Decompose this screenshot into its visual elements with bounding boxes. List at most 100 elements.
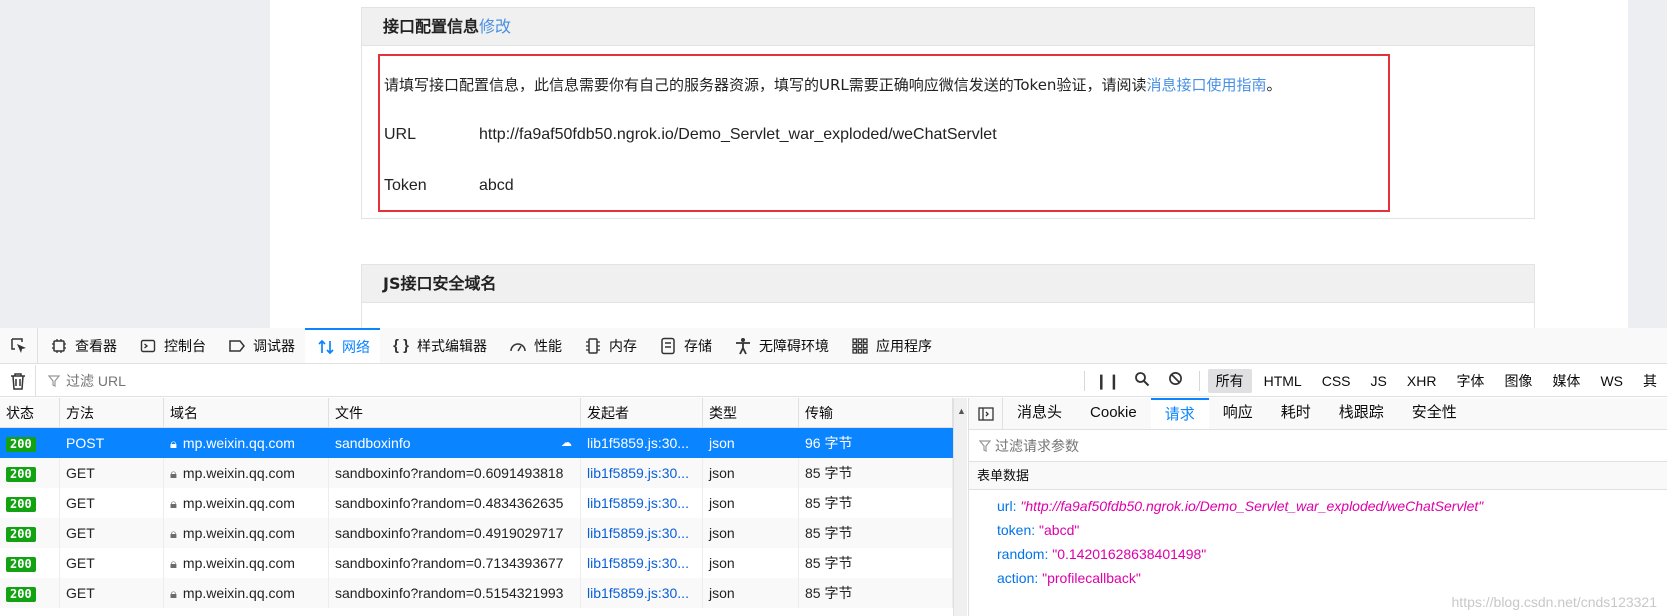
table-row[interactable]: 200 GET 🔒︎ mp.weixin.qq.com sandboxinfo?r… [0, 518, 953, 548]
param-filter-field[interactable] [969, 430, 1667, 462]
table-row[interactable]: 200 GET 🔒︎ mp.weixin.qq.com sandboxinfo?r… [0, 458, 953, 488]
clear-button[interactable] [0, 365, 36, 396]
lock-icon: 🔒︎ [170, 586, 177, 601]
param-url: url: "http://fa9af50fdb50.ngrok.io/Demo_… [969, 494, 1667, 518]
message-guide-link[interactable]: 消息接口使用指南 [1146, 76, 1266, 94]
tracker-icon: ☁ [561, 437, 572, 449]
tab-label: 存储 [684, 337, 712, 354]
tab-storage[interactable]: 存储 [647, 328, 722, 363]
token-value: abcd [479, 177, 514, 194]
type-cell: json [703, 458, 799, 488]
column-file[interactable]: 文件 [329, 398, 581, 427]
column-domain[interactable]: 域名 [164, 398, 329, 427]
lock-icon: 🔒︎ [170, 466, 177, 481]
filter-type-all[interactable]: 所有 [1207, 368, 1252, 393]
filter-type-other[interactable]: 其 [1635, 369, 1665, 393]
param-filter-input[interactable] [995, 437, 1295, 454]
file-cell: sandboxinfo?random=0.4834362635 [329, 488, 581, 518]
initiator-cell[interactable]: lib1f5859.js:30... [581, 518, 703, 548]
tab-debugger[interactable]: 调试器 [216, 328, 305, 363]
tab-application[interactable]: 应用程序 [839, 328, 942, 363]
table-row[interactable]: 200 GET 🔒︎ mp.weixin.qq.com sandboxinfo?r… [0, 578, 953, 608]
column-transferred[interactable]: 传输 [799, 398, 953, 427]
tab-label: 无障碍环境 [759, 337, 829, 354]
search-icon [1134, 371, 1149, 386]
tab-request[interactable]: 请求 [1150, 398, 1209, 429]
file-cell: sandboxinfo?random=0.4919029717 [329, 518, 581, 548]
initiator-cell[interactable]: lib1f5859.js:30... [581, 578, 703, 608]
filter-type-ws[interactable]: WS [1592, 371, 1631, 391]
scroll-up-icon[interactable]: ▲ [957, 406, 966, 416]
param-key: random [997, 546, 1045, 562]
tab-label: 样式编辑器 [417, 337, 487, 354]
tab-security[interactable]: 安全性 [1398, 398, 1471, 429]
initiator-cell[interactable]: lib1f5859.js:30... [581, 488, 703, 518]
column-method[interactable]: 方法 [60, 398, 164, 427]
tab-accessibility[interactable]: 无障碍环境 [722, 328, 839, 363]
edit-link[interactable]: 修改 [479, 17, 511, 36]
element-picker-button[interactable] [0, 328, 38, 363]
filter-url-input[interactable] [66, 372, 466, 389]
filter-type-media[interactable]: 媒体 [1544, 369, 1588, 393]
request-table: 状态 方法 域名 文件 发起者 类型 传输 200 POST 🔒︎ mp.weix… [0, 398, 953, 616]
tab-label: 控制台 [164, 337, 206, 354]
param-action: action: "profilecallback" [969, 566, 1667, 590]
divider [1083, 370, 1085, 391]
search-button[interactable] [1125, 371, 1159, 391]
tab-console[interactable]: 控制台 [127, 328, 216, 363]
method-cell: GET [60, 488, 164, 518]
size-cell: 85 字节 [799, 578, 953, 608]
filter-type-images[interactable]: 图像 [1496, 369, 1540, 393]
tab-network[interactable]: 网络 [305, 328, 380, 363]
filter-type-xhr[interactable]: XHR [1399, 371, 1445, 391]
column-initiator[interactable]: 发起者 [581, 398, 703, 427]
param-colon: : [1031, 522, 1040, 538]
filter-url-field[interactable] [36, 372, 1078, 389]
application-icon [851, 337, 869, 355]
filter-type-fonts[interactable]: 字体 [1448, 369, 1492, 393]
tab-inspector[interactable]: 查看器 [38, 328, 127, 363]
status-badge: 200 [6, 497, 36, 512]
column-type[interactable]: 类型 [703, 398, 799, 427]
tab-cookies[interactable]: Cookie [1076, 398, 1151, 429]
pause-button[interactable]: ❙❙ [1091, 372, 1125, 390]
table-row[interactable]: 200 GET 🔒︎ mp.weixin.qq.com sandboxinfo?r… [0, 488, 953, 518]
toggle-panel-button[interactable] [969, 398, 1003, 429]
panel-header: 接口配置信息修改 [362, 8, 1534, 46]
status-cell: 200 [0, 428, 60, 458]
filter-type-html[interactable]: HTML [1256, 371, 1310, 391]
tab-response[interactable]: 响应 [1209, 398, 1267, 429]
initiator-cell[interactable]: lib1f5859.js:30... [581, 548, 703, 578]
initiator-cell[interactable]: lib1f5859.js:30... [581, 428, 703, 458]
status-cell: 200 [0, 548, 60, 578]
tab-stack-trace[interactable]: 栈跟踪 [1325, 398, 1398, 429]
tab-timings[interactable]: 耗时 [1267, 398, 1325, 429]
devtools: 查看器 控制台 调试器 网络 { } 样式编辑器 性能 内存 存储 无障碍环境 … [0, 328, 1667, 616]
table-row[interactable]: 200 GET 🔒︎ mp.weixin.qq.com sandboxinfo?r… [0, 548, 953, 578]
tab-label: 应用程序 [876, 337, 932, 354]
tab-headers[interactable]: 消息头 [1003, 398, 1076, 429]
table-scrollbar[interactable]: ▲ [953, 398, 967, 616]
initiator-cell[interactable]: lib1f5859.js:30... [581, 458, 703, 488]
block-button[interactable] [1159, 371, 1193, 390]
lock-icon: 🔒︎ [170, 436, 177, 451]
filter-type-css[interactable]: CSS [1314, 371, 1359, 391]
config-description: 请填写接口配置信息，此信息需要你有自己的服务器资源，填写的URL需要正确响应微信… [384, 74, 1281, 95]
divider [1198, 370, 1200, 391]
tab-performance[interactable]: 性能 [497, 328, 572, 363]
tab-memory[interactable]: 内存 [572, 328, 647, 363]
filter-type-js[interactable]: JS [1363, 371, 1395, 391]
size-cell: 96 字节 [799, 428, 953, 458]
column-status[interactable]: 状态 [0, 398, 60, 427]
tab-style-editor[interactable]: { } 样式编辑器 [380, 328, 497, 363]
lock-icon: 🔒︎ [170, 496, 177, 511]
file-cell: sandboxinfo?random=0.7134393677 [329, 548, 581, 578]
file-cell: sandboxinfo ☁ [329, 428, 581, 458]
table-row[interactable]: 200 POST 🔒︎ mp.weixin.qq.com sandboxinfo ☁… [0, 428, 953, 458]
type-cell: json [703, 518, 799, 548]
element-picker-icon [10, 337, 26, 353]
form-data-header[interactable]: 表单数据 [969, 462, 1667, 490]
domain-text: mp.weixin.qq.com [182, 435, 295, 451]
param-value: "http://fa9af50fdb50.ngrok.io/Demo_Servl… [1020, 498, 1484, 514]
tab-label: 内存 [609, 337, 637, 354]
